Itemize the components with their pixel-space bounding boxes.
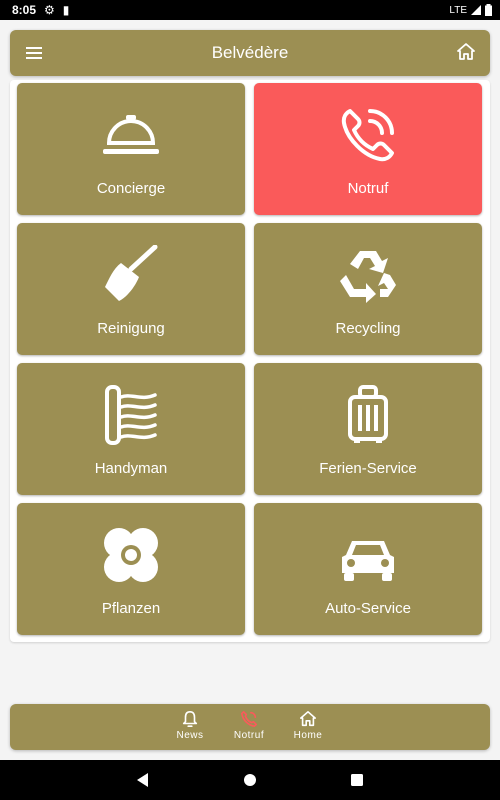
nav-notruf[interactable]: Notruf (224, 710, 274, 746)
car-icon (342, 541, 394, 581)
tile-ferien-service[interactable]: Ferien-Service (254, 363, 482, 495)
service-bell-icon (103, 115, 159, 154)
broom-icon (105, 245, 158, 301)
nav-home[interactable]: Home (283, 710, 333, 746)
home-circle-icon[interactable] (240, 770, 260, 790)
nav-news[interactable]: News (165, 710, 215, 746)
tile-notruf[interactable]: Notruf (254, 83, 482, 215)
phone-ringing-icon (341, 109, 394, 162)
status-bar: 8:05 ⚙ ▮ LTE (0, 0, 500, 20)
tile-label: Pflanzen (101, 600, 161, 617)
home-icon[interactable] (456, 42, 476, 62)
suitcase-icon (348, 385, 388, 443)
network-label: LTE (449, 4, 467, 16)
back-icon[interactable] (133, 770, 153, 790)
bell-icon (182, 710, 198, 728)
battery-icon (485, 4, 492, 16)
nav-label: Notruf (233, 730, 265, 741)
service-grid: Concierge Notruf Reinigung Recycling Han… (10, 80, 490, 642)
tile-label: Ferien-Service (319, 460, 417, 477)
tile-label: Recycling (335, 320, 401, 337)
tile-label: Concierge (96, 180, 166, 197)
tile-reinigung[interactable]: Reinigung (17, 223, 245, 355)
signal-icon (471, 5, 481, 15)
tile-auto-service[interactable]: Auto-Service (254, 503, 482, 635)
status-time: 8:05 (12, 3, 37, 17)
settings-icon: ⚙ (44, 3, 55, 17)
tile-label: Reinigung (97, 320, 165, 337)
tile-pflanzen[interactable]: Pflanzen (17, 503, 245, 635)
recycle-icon (340, 251, 396, 303)
flower-icon (104, 528, 158, 582)
tile-label: Notruf (347, 180, 389, 197)
bottom-nav: News Notruf Home (10, 704, 490, 750)
recents-icon[interactable] (347, 770, 367, 790)
radiator-icon (105, 385, 157, 445)
nav-label: Home (293, 730, 323, 741)
sd-card-icon: ▮ (62, 3, 70, 17)
phone-icon (240, 710, 258, 728)
tile-recycling[interactable]: Recycling (254, 223, 482, 355)
system-nav-bar (0, 760, 500, 800)
home-icon (299, 710, 317, 727)
tile-concierge[interactable]: Concierge (17, 83, 245, 215)
tile-handyman[interactable]: Handyman (17, 363, 245, 495)
tile-label: Handyman (94, 460, 168, 477)
tile-label: Auto-Service (325, 600, 411, 617)
app-bar: Belvédère (10, 30, 490, 76)
app-title: Belvédère (211, 43, 289, 62)
nav-label: News (176, 730, 204, 741)
